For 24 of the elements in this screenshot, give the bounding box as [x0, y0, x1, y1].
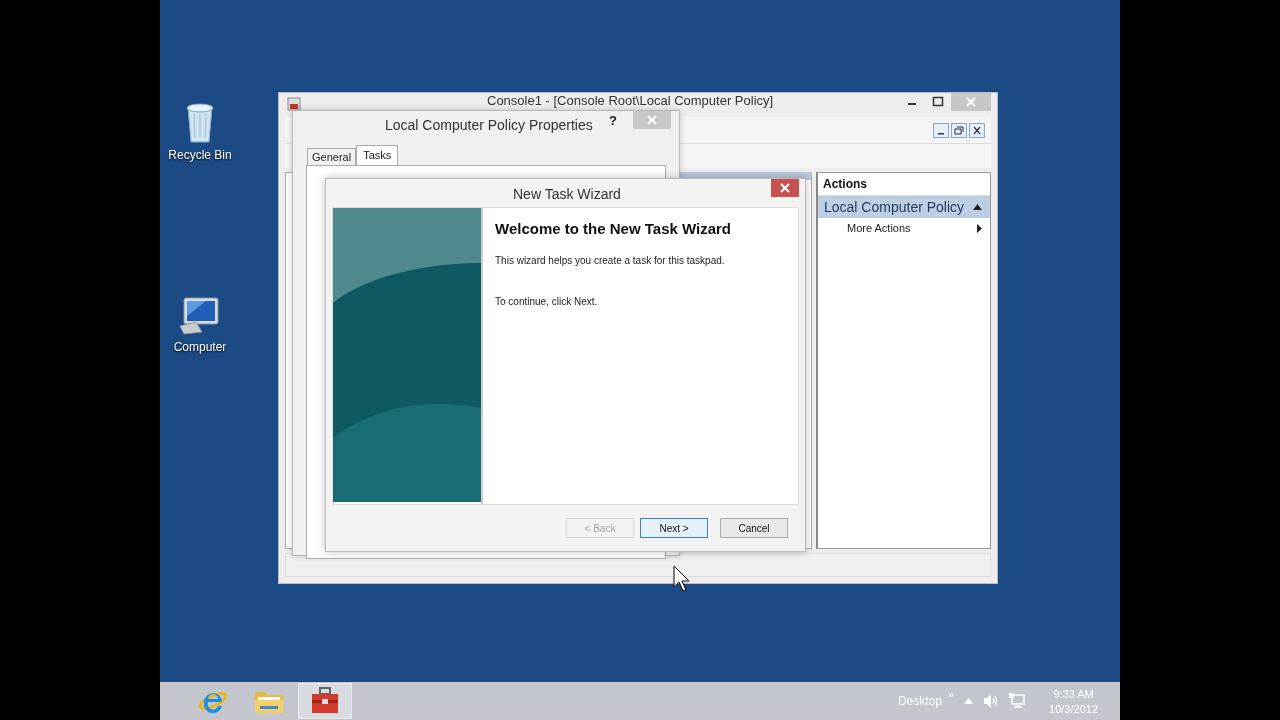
- toolbox-icon: [310, 687, 340, 715]
- window-title: Console1 - [Console Root\Local Computer Policy]: [487, 94, 774, 108]
- desktop-icon-label[interactable]: Computer: [173, 340, 227, 354]
- dialog-title: Local Computer Policy Properties: [385, 117, 593, 133]
- console-app-icon: [287, 97, 301, 111]
- help-button[interactable]: ?: [609, 113, 617, 128]
- dialog-title: New Task Wizard: [513, 186, 621, 202]
- mouse-cursor-icon: [673, 565, 691, 593]
- wizard-heading: Welcome to the New Task Wizard: [495, 220, 733, 237]
- collapse-icon[interactable]: [973, 204, 982, 210]
- wizard-button[interactable]: Cancel: [720, 518, 788, 538]
- wizard-button[interactable]: Next >: [640, 518, 708, 538]
- action-item[interactable]: More Actions: [818, 218, 990, 238]
- minimize-icon[interactable]: [933, 122, 949, 138]
- actions-section-header[interactable]: Local Computer Policy: [818, 196, 990, 218]
- computer-icon[interactable]: [178, 296, 222, 336]
- wizard-text: This wizard helps you create a task for this taskpad.: [495, 255, 726, 266]
- wizard-text: To continue, click Next.: [495, 296, 599, 307]
- taskbar-button[interactable]: [298, 683, 352, 719]
- desktop-icon-label[interactable]: Recycle Bin: [168, 148, 232, 162]
- tab[interactable]: Tasks: [356, 145, 399, 165]
- submenu-arrow-icon: [977, 223, 982, 233]
- close-icon[interactable]: [969, 122, 985, 138]
- tab[interactable]: General: [307, 148, 357, 165]
